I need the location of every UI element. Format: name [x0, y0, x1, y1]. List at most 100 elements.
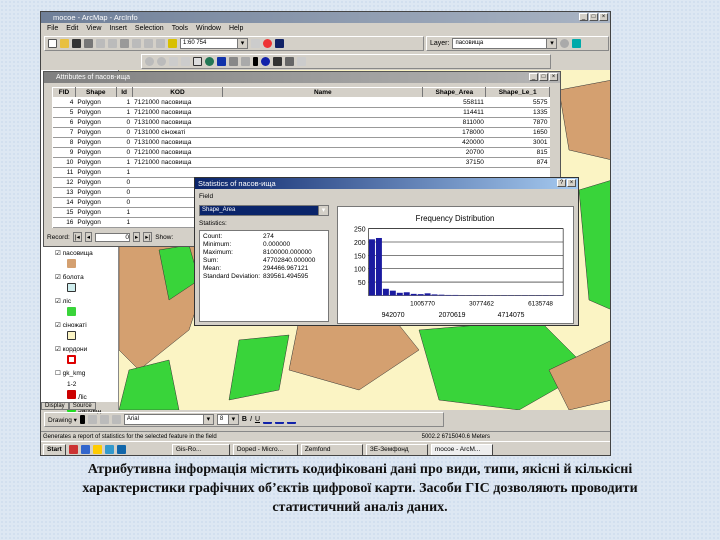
- underline-button[interactable]: U: [255, 416, 260, 423]
- catalog-icon[interactable]: [275, 39, 284, 48]
- table-row[interactable]: 9 Polygon 0 7121000 пасовища 20700 815: [52, 147, 550, 158]
- taskbar-item[interactable]: Zemfond: [300, 443, 363, 455]
- taskbar-item[interactable]: mocoe - ArcM...: [430, 443, 493, 455]
- close-button[interactable]: ×: [599, 13, 608, 21]
- text-icon[interactable]: [111, 415, 121, 424]
- app-icon[interactable]: [104, 445, 114, 454]
- pan-icon[interactable]: [193, 57, 202, 66]
- globe-icon[interactable]: [572, 39, 582, 48]
- app-icon[interactable]: [68, 445, 78, 454]
- minimize-button[interactable]: _: [579, 13, 588, 21]
- save-icon[interactable]: [72, 39, 81, 48]
- info-icon[interactable]: [261, 57, 270, 66]
- table-row[interactable]: 5 Polygon 1 7121000 пасовища 114411 1335: [52, 107, 550, 118]
- cut-icon[interactable]: [96, 39, 105, 48]
- menu-view[interactable]: View: [86, 24, 101, 34]
- bold-button[interactable]: B: [242, 416, 247, 423]
- full-extent-icon[interactable]: [205, 57, 214, 66]
- fixed-zoom-in-icon[interactable]: [169, 57, 178, 66]
- menu-insert[interactable]: Insert: [109, 24, 127, 34]
- line-color-icon[interactable]: [287, 415, 296, 424]
- app-icon[interactable]: [116, 445, 126, 454]
- toc-layer[interactable]: ☑ сіножаті: [55, 320, 101, 331]
- menu-window[interactable]: Window: [196, 24, 221, 34]
- toc-layer[interactable]: ☐ gk_kmg: [55, 368, 101, 379]
- open-icon[interactable]: [60, 39, 69, 48]
- taskbar-item[interactable]: Gis-Ro...: [171, 443, 230, 455]
- menu-edit[interactable]: Edit: [66, 24, 78, 34]
- hyperlink-icon[interactable]: [297, 57, 306, 66]
- app-icon[interactable]: [80, 445, 90, 454]
- toc-layer[interactable]: ☑ ліс: [55, 296, 101, 307]
- copy-icon[interactable]: [108, 39, 117, 48]
- column-header[interactable]: Name: [222, 87, 424, 98]
- last-record-button[interactable]: ▸|: [143, 232, 153, 242]
- menu-help[interactable]: Help: [229, 24, 243, 34]
- menu-selection[interactable]: Selection: [135, 24, 164, 34]
- close-button[interactable]: ×: [549, 73, 558, 81]
- undo-icon[interactable]: [144, 39, 153, 48]
- table-row[interactable]: 4 Polygon 1 7121000 пасовища 558111 5575: [52, 97, 550, 108]
- identify-icon[interactable]: [560, 39, 570, 48]
- paste-icon[interactable]: [120, 39, 129, 48]
- toc-layer[interactable]: ☑ пасовища: [55, 248, 101, 259]
- column-header[interactable]: Shape_Area: [422, 87, 487, 98]
- editor-icon[interactable]: [251, 39, 260, 48]
- menu-file[interactable]: File: [47, 24, 58, 34]
- tab-display[interactable]: Display: [41, 402, 69, 410]
- record-input[interactable]: 0: [94, 232, 130, 242]
- table-row[interactable]: 10 Polygon 1 7121000 пасовища 37150 874: [52, 157, 550, 168]
- back-icon[interactable]: [217, 57, 226, 66]
- prev-record-button[interactable]: ◂: [84, 232, 92, 242]
- taskbar-item[interactable]: Doped - Micro...: [232, 443, 298, 455]
- scale-combo[interactable]: 1:60 754: [180, 38, 248, 49]
- column-header[interactable]: Id: [115, 87, 133, 98]
- taskbar-item[interactable]: ЗЕ-Земфонд: [365, 443, 428, 455]
- start-button[interactable]: Start: [43, 443, 66, 455]
- column-header[interactable]: FID: [52, 87, 76, 98]
- zoom-out-icon[interactable]: [157, 57, 166, 66]
- font-color-icon[interactable]: [263, 415, 272, 424]
- fixed-zoom-out-icon[interactable]: [181, 57, 190, 66]
- maximize-button[interactable]: □: [539, 73, 548, 81]
- app-icon[interactable]: [92, 445, 102, 454]
- pointer-icon[interactable]: [253, 57, 258, 66]
- table-row[interactable]: 8 Polygon 0 7131000 пасовища 420000 3001: [52, 137, 550, 148]
- layer-combo[interactable]: пасовища: [452, 38, 558, 49]
- forward-icon[interactable]: [229, 57, 238, 66]
- toc-layer[interactable]: ☑ кордони: [55, 344, 101, 355]
- rotate-icon[interactable]: [87, 415, 97, 424]
- print-icon[interactable]: [84, 39, 93, 48]
- drawing-menu[interactable]: Drawing ▾: [48, 416, 77, 424]
- column-header[interactable]: Shape: [74, 87, 117, 98]
- maximize-button[interactable]: □: [589, 13, 598, 21]
- font-size-combo[interactable]: 8: [216, 414, 239, 425]
- field-select[interactable]: Shape_Area: [199, 205, 329, 216]
- zoom-in-icon[interactable]: [145, 57, 154, 66]
- table-row[interactable]: 11 Polygon 1: [52, 167, 550, 178]
- column-header[interactable]: KOD: [131, 87, 224, 98]
- tab-source[interactable]: Source: [68, 402, 96, 410]
- find-icon[interactable]: [273, 57, 282, 66]
- arctoolbox-icon[interactable]: [263, 39, 272, 48]
- select-features-icon[interactable]: [241, 57, 250, 66]
- next-record-button[interactable]: ▸: [132, 232, 141, 242]
- menu-tools[interactable]: Tools: [172, 24, 188, 34]
- delete-icon[interactable]: [132, 39, 141, 48]
- new-icon[interactable]: [48, 39, 57, 48]
- italic-button[interactable]: I: [250, 416, 252, 423]
- table-row[interactable]: 7 Polygon 0 7131000 сіножаті 178000 1650: [52, 127, 550, 138]
- minimize-button[interactable]: _: [529, 73, 538, 81]
- help-button[interactable]: ?: [557, 179, 566, 187]
- fill-color-icon[interactable]: [275, 415, 284, 424]
- first-record-button[interactable]: |◂: [72, 232, 82, 242]
- measure-icon[interactable]: [285, 57, 294, 66]
- column-header[interactable]: Shape_Le_1: [485, 87, 550, 98]
- add-data-icon[interactable]: [168, 39, 177, 48]
- font-combo[interactable]: Arial: [123, 414, 214, 425]
- redo-icon[interactable]: [156, 39, 165, 48]
- toc-layer[interactable]: ☑ болота: [55, 272, 101, 283]
- table-row[interactable]: 6 Polygon 0 7131000 пасовища 811000 7870: [52, 117, 550, 128]
- rectangle-icon[interactable]: [99, 415, 109, 424]
- select-elements-icon[interactable]: [79, 415, 85, 424]
